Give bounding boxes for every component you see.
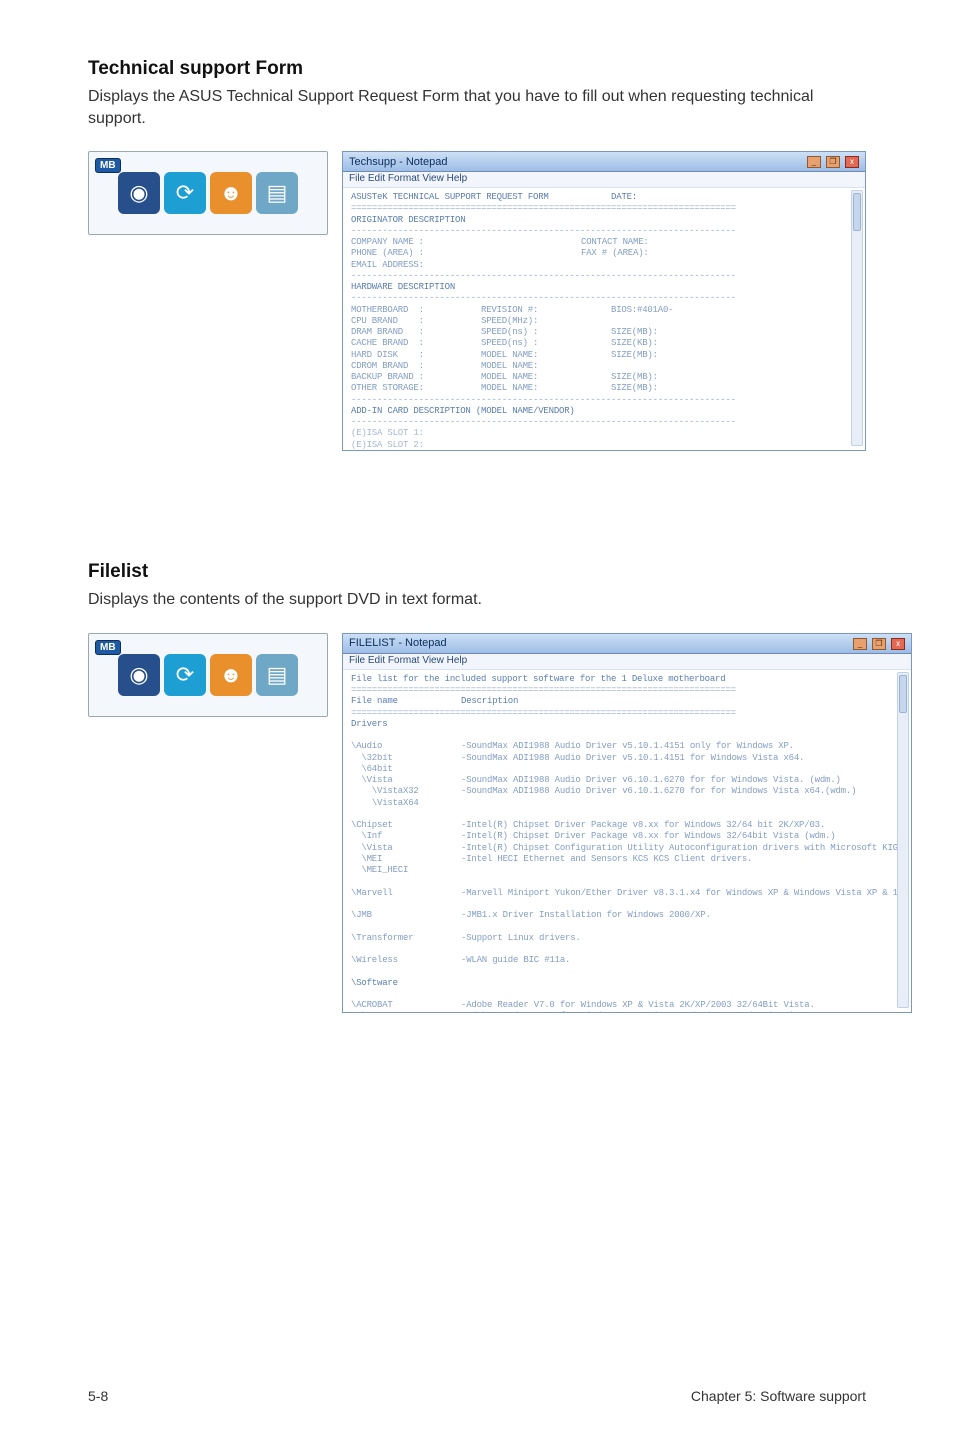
hw-left: MOTHERBOARD : CPU BRAND : DRAM BRAND : C…: [351, 305, 481, 395]
dash1: ----------------------------------------…: [351, 226, 736, 236]
r6l: \Transformer: [351, 933, 461, 944]
thumb-icons: ◉ ⟳ ☻ ▤: [93, 156, 323, 230]
thumb-icons-2: ◉ ⟳ ☻ ▤: [93, 638, 323, 712]
r2r: -SoundMax ADI1988 Audio Driver v6.10.1.6…: [461, 775, 856, 798]
r5l: \JMB: [351, 910, 461, 921]
r8l: \ACROBAT \XP \WIN: [351, 1000, 461, 1012]
min-btn-2[interactable]: _: [853, 638, 867, 650]
fl-header: File list for the included support softw…: [351, 674, 725, 684]
thumb2-icon-globe: ⟳: [164, 654, 206, 696]
r4r: -Marvell Miniport Yukon/Ether Driver v8.…: [461, 888, 898, 899]
np2-title-text: FILELIST - Notepad: [349, 637, 447, 649]
notepad-filelist-window: FILELIST - Notepad _ ❐ x File Edit Forma…: [342, 633, 912, 1013]
thumb2-icon-support: ☻: [210, 654, 252, 696]
np2-titlebar: FILELIST - Notepad _ ❐ x: [343, 634, 911, 654]
dash5: ----------------------------------------…: [351, 417, 736, 427]
fl-rule1: ========================================…: [351, 685, 736, 695]
np-menu[interactable]: File Edit Format View Help: [343, 172, 865, 188]
window-buttons-2: _ ❐ x: [851, 637, 905, 650]
cat-drivers: Drivers: [351, 719, 387, 729]
page-number: 5-8: [88, 1388, 108, 1404]
r5r: -JMB1.x Driver Installation for Windows …: [461, 910, 711, 921]
r8r: -Adobe Reader V7.0 for Windows XP & Vist…: [461, 1000, 815, 1012]
dash2: ----------------------------------------…: [351, 271, 736, 281]
col-filename: File name: [351, 696, 461, 707]
r1r: -SoundMax ADI1988 Audio Driver v5.10.1.4…: [461, 741, 804, 764]
sect-addin: ADD-IN CARD DESCRIPTION (MODEL NAME/VEND…: [351, 406, 575, 416]
hw-right: BIOS:#401A0- SIZE(MB): SIZE(KB): SIZE(MB…: [611, 305, 673, 395]
thumb-icon-doc: ▤: [256, 172, 298, 214]
rule1: ========================================…: [351, 203, 736, 213]
heading-tech-support: Technical support Form: [88, 58, 866, 80]
close-btn-2[interactable]: x: [891, 638, 905, 650]
r1l: \Audio \32bit \64bit: [351, 741, 461, 775]
np2-menu[interactable]: File Edit Format View Help: [343, 654, 911, 670]
dash4: ----------------------------------------…: [351, 395, 736, 405]
thumb2-icon-disc: ◉: [118, 654, 160, 696]
hw-mid: REVISION #: SPEED(MHz): SPEED(ns) : SPEE…: [481, 305, 611, 395]
max-btn[interactable]: ❐: [826, 156, 840, 168]
np-title-text: Techsupp - Notepad: [349, 156, 447, 168]
close-btn[interactable]: x: [845, 156, 859, 168]
sect-originator: ORIGINATOR DESCRIPTION: [351, 215, 465, 225]
r7l: \Wireless: [351, 955, 461, 966]
thumb2-icon-doc: ▤: [256, 654, 298, 696]
r6r: -Support Linux drivers.: [461, 933, 581, 944]
row-techsupp: MB ◉ ⟳ ☻ ▤ Techsupp - Notepad _ ❐ x File…: [88, 151, 866, 451]
dvd-thumbnail-filelist: MB ◉ ⟳ ☻ ▤: [88, 633, 328, 717]
row-filelist: MB ◉ ⟳ ☻ ▤ FILELIST - Notepad _ ❐ x File…: [88, 633, 866, 1013]
cat-software: \Software: [351, 978, 398, 988]
np-titlebar: Techsupp - Notepad _ ❐ x: [343, 152, 865, 172]
window-buttons: _ ❐ x: [805, 155, 859, 168]
r4l: \Marvell: [351, 888, 461, 899]
min-btn[interactable]: _: [807, 156, 821, 168]
r3l: \Chipset \Inf \Vista \MEI \MEI_HECI: [351, 820, 461, 876]
thumb-icon-support: ☻: [210, 172, 252, 214]
scrollbar[interactable]: [851, 190, 863, 446]
r7r: -WLAN guide BIC #11a.: [461, 955, 570, 966]
dash3: ----------------------------------------…: [351, 293, 736, 303]
thumb-icon-globe: ⟳: [164, 172, 206, 214]
form-header: ASUSTeK TECHNICAL SUPPORT REQUEST FORM D…: [351, 192, 637, 202]
chapter-label: Chapter 5: Software support: [691, 1388, 866, 1404]
np2-body: File list for the included support softw…: [343, 670, 911, 1012]
notepad-techsupp-window: Techsupp - Notepad _ ❐ x File Edit Forma…: [342, 151, 866, 451]
thumb-icon-disc: ◉: [118, 172, 160, 214]
page-footer: 5-8 Chapter 5: Software support: [0, 1388, 954, 1404]
slot-list: (E)ISA SLOT 1: (E)ISA SLOT 2: (E)ISA SLO…: [351, 428, 424, 450]
heading-filelist: Filelist: [88, 561, 866, 583]
np-body-techsupp: ASUSTeK TECHNICAL SUPPORT REQUEST FORM D…: [343, 188, 865, 450]
r3r: -Intel(R) Chipset Driver Package v8.xx f…: [461, 820, 903, 865]
col-description: Description: [461, 696, 518, 706]
r2l: \Vista \VistaX32 \VistaX64: [351, 775, 461, 809]
originator-right: CONTACT NAME: FAX # (AREA):: [581, 237, 649, 260]
desc-filelist: Displays the contents of the support DVD…: [88, 589, 866, 611]
dvd-thumbnail-techsupp: MB ◉ ⟳ ☻ ▤: [88, 151, 328, 235]
max-btn-2[interactable]: ❐: [872, 638, 886, 650]
sect-hardware: HARDWARE DESCRIPTION: [351, 282, 455, 292]
originator-left: COMPANY NAME : PHONE (AREA) : EMAIL ADDR…: [351, 237, 581, 271]
fl-rule2: ========================================…: [351, 708, 736, 718]
scrollbar-2[interactable]: [897, 672, 909, 1008]
desc-tech-support: Displays the ASUS Technical Support Requ…: [88, 86, 866, 129]
